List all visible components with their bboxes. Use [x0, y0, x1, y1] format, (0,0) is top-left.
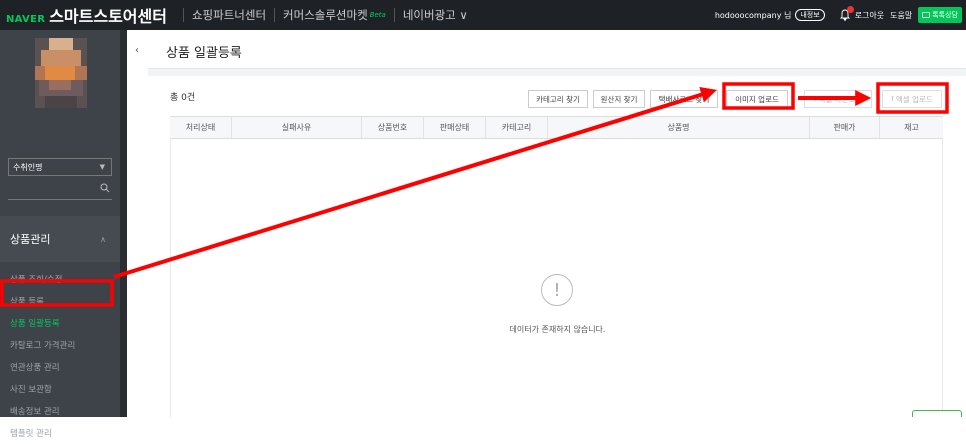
- naver-logo: NAVER: [6, 14, 46, 25]
- brand-title: 스마트스토어센터: [49, 7, 167, 26]
- submenu-item[interactable]: 상품 등록: [0, 290, 120, 312]
- menu-section-label: 상품관리: [10, 233, 51, 246]
- excel-upload-button[interactable]: ⭱ 엑셀 업로드: [882, 90, 942, 108]
- submenu-item[interactable]: 사진 보관함: [0, 378, 120, 400]
- nav-shopping-partner[interactable]: 쇼핑파트너센터: [192, 7, 266, 23]
- sidebar: 수취인명 ▼ 상품관리 ∧ 상품 조회/수정 상품 등록 상품 일괄등록 카탈로…: [0, 30, 120, 439]
- notification-bell-icon[interactable]: [839, 6, 854, 22]
- brand[interactable]: NAVER 스마트스토어센터: [6, 3, 167, 27]
- column-header[interactable]: 상품명: [548, 117, 810, 138]
- exclamation-icon: !: [541, 274, 573, 306]
- column-header[interactable]: 실패사유: [232, 117, 362, 138]
- search-icon[interactable]: [100, 183, 110, 193]
- column-header[interactable]: 상품번호: [362, 117, 424, 138]
- upload-icon: ⭱: [891, 93, 894, 103]
- find-origin-button[interactable]: 원산지 찾기: [593, 90, 645, 108]
- page-header: 상품 일괄등록: [148, 30, 966, 69]
- user-name: hodooocompany 님: [714, 10, 792, 20]
- excel-download-label: 엑셀 다운로드: [818, 94, 863, 104]
- result-count: 총 0건: [170, 93, 196, 103]
- submenu-item[interactable]: 연관상품 관리: [0, 356, 120, 378]
- main-content: 총 0건 카테고리 찾기 원산지 찾기 택배사코드 찾기 이미지 업로드 ⭳ 엑…: [148, 76, 966, 417]
- my-info-button[interactable]: 내정보: [795, 9, 825, 21]
- download-icon: ⭳: [813, 93, 817, 103]
- table-header: 처리상태 실패사유 상품번호 판매상태 카테고리 상품명 판매가 재고: [170, 116, 943, 139]
- find-courier-code-button[interactable]: 택배사코드 찾기: [650, 90, 718, 108]
- store-select[interactable]: 수취인명 ▼: [8, 158, 112, 176]
- divider: [182, 8, 184, 22]
- excel-upload-label: 엑셀 업로드: [895, 94, 933, 104]
- floating-tab[interactable]: [912, 410, 962, 417]
- talk-consult-button[interactable]: 톡톡상담: [918, 7, 962, 23]
- find-category-button[interactable]: 카테고리 찾기: [528, 90, 588, 108]
- sidebar-edge: [120, 30, 127, 417]
- nav-commerce-solution[interactable]: 커머스솔루션마켓 Beta: [283, 7, 386, 23]
- nav-commerce-solution-label: 커머스솔루션마켓: [283, 8, 368, 22]
- caret-down-icon: ▼: [99, 163, 105, 171]
- column-header[interactable]: 판매상태: [424, 117, 486, 138]
- column-header[interactable]: 처리상태: [170, 117, 232, 138]
- empty-message: 데이터가 존재하지 않습니다.: [509, 325, 606, 334]
- image-upload-button[interactable]: 이미지 업로드: [726, 90, 788, 108]
- notification-dot: [846, 6, 854, 13]
- store-select-value: 수취인명: [13, 162, 43, 172]
- column-header[interactable]: 카테고리: [486, 117, 548, 138]
- top-right-menu: hodooocompany 님 내정보 로그아웃 도움말 톡톡상담: [715, 0, 962, 30]
- excel-download-button[interactable]: ⭳ 엑셀 다운로드: [804, 90, 872, 108]
- divider: [148, 69, 966, 76]
- submenu-item[interactable]: 상품 조회/수정: [0, 268, 120, 290]
- submenu-item-active[interactable]: 상품 일괄등록: [0, 312, 120, 334]
- avatar: [35, 38, 87, 108]
- chat-icon: [922, 11, 931, 18]
- submenu-item[interactable]: 배송정보 관리: [0, 400, 120, 422]
- submenu-item[interactable]: 카탈로그 가격관리: [0, 334, 120, 356]
- nav-naver-ads[interactable]: 네이버광고 ∨: [403, 7, 468, 23]
- top-nav: 쇼핑파트너센터 커머스솔루션마켓 Beta 네이버광고 ∨: [175, 7, 468, 23]
- chevron-up-icon: ∧: [100, 234, 106, 244]
- divider: [274, 8, 276, 22]
- sidebar-search-input[interactable]: [8, 180, 112, 200]
- page-title: 상품 일괄등록: [166, 46, 242, 61]
- top-navigation-bar: NAVER 스마트스토어센터 쇼핑파트너센터 커머스솔루션마켓 Beta 네이버…: [0, 0, 966, 30]
- submenu: 상품 조회/수정 상품 등록 상품 일괄등록 카탈로그 가격관리 연관상품 관리…: [0, 268, 120, 444]
- logout-link[interactable]: 로그아웃: [855, 10, 884, 21]
- menu-section-product-management[interactable]: 상품관리 ∧: [0, 216, 120, 262]
- submenu-item[interactable]: 템플릿 관리: [0, 422, 120, 444]
- collapse-sidebar-icon[interactable]: ‹: [127, 30, 147, 70]
- column-header[interactable]: 재고: [880, 117, 943, 138]
- help-link[interactable]: 도움말: [890, 10, 912, 21]
- talk-consult-label: 톡톡상담: [932, 11, 958, 19]
- table-body: ! 데이터가 존재하지 않습니다.: [170, 139, 943, 417]
- column-header[interactable]: 판매가: [810, 117, 880, 138]
- divider: [393, 8, 395, 22]
- beta-badge: Beta: [369, 11, 386, 19]
